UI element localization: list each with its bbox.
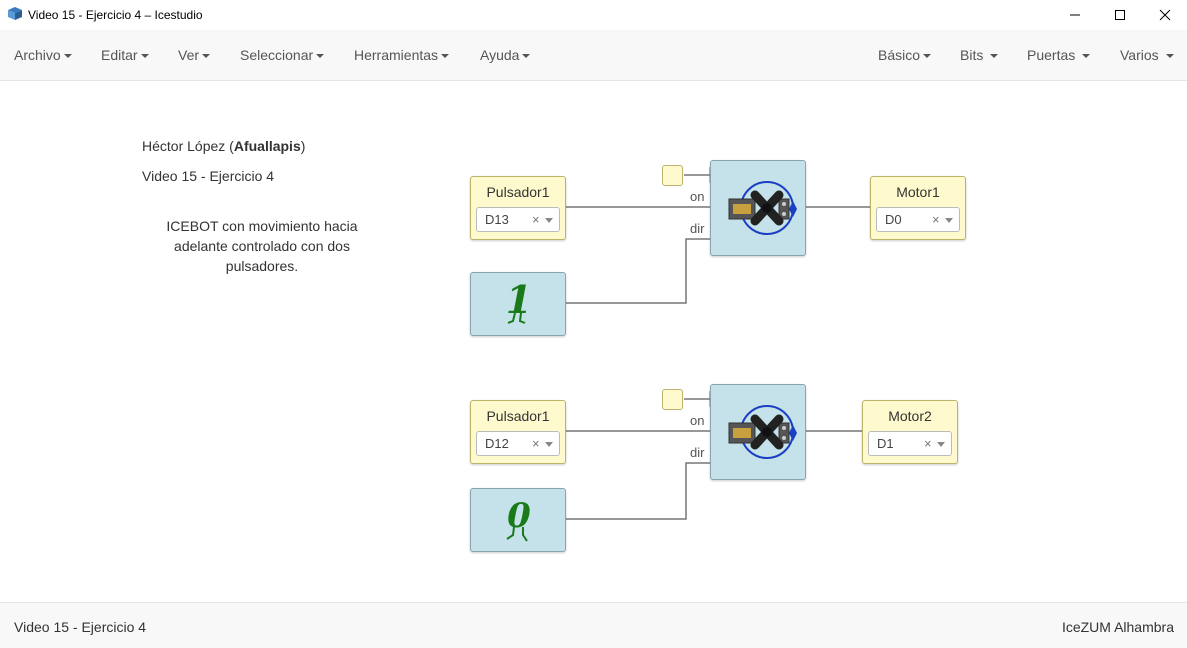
chevron-down-icon[interactable] [937, 442, 945, 447]
constant-glyph-one: 1 [506, 277, 532, 324]
status-bar: Video 15 - Ejercicio 4 IceZUM Alhambra [0, 602, 1187, 648]
maximize-icon [1115, 10, 1125, 20]
port-on-label: on [690, 413, 705, 428]
servo-motor-icon [728, 181, 797, 235]
small-constant-block[interactable] [662, 389, 683, 410]
chevron-down-icon [202, 54, 211, 59]
minimize-button[interactable] [1052, 0, 1098, 30]
output-label: Motor2 [888, 408, 932, 424]
chevron-down-icon[interactable] [545, 442, 553, 447]
design-canvas[interactable]: Héctor López (Afuallapis) Video 15 - Eje… [0, 81, 1187, 602]
icestudio-logo-icon [8, 7, 22, 20]
input-block-pulsador1-b[interactable]: Pulsador1 D12 × [470, 400, 566, 464]
clear-icon[interactable]: × [932, 212, 940, 227]
chevron-down-icon [140, 54, 149, 59]
pin-value: D12 [485, 436, 509, 451]
input-label: Pulsador1 [486, 184, 550, 200]
chevron-down-icon [1082, 54, 1091, 59]
menu-seleccionar[interactable]: Seleccionar [240, 47, 325, 63]
pin-select[interactable]: D1 × [868, 431, 952, 456]
output-block-motor2[interactable]: Motor2 D1 × [862, 400, 958, 464]
menu-archivo[interactable]: Archivo [14, 47, 72, 63]
pin-select[interactable]: D12 × [476, 431, 560, 456]
pin-select[interactable]: D0 × [876, 207, 960, 232]
maximize-button[interactable] [1097, 0, 1143, 30]
chevron-down-icon [316, 54, 325, 59]
output-block-motor1[interactable]: Motor1 D0 × [870, 176, 966, 240]
output-label: Motor1 [896, 184, 940, 200]
menu-herramientas[interactable]: Herramientas [354, 47, 450, 63]
constant-glyph-zero: 0 [506, 496, 531, 542]
window-title: Video 15 - Ejercicio 4 – Icestudio [28, 8, 203, 22]
menu-puertas[interactable]: Puertas [1027, 47, 1091, 63]
pin-value: D0 [885, 212, 902, 227]
project-name: Video 15 - Ejercicio 4 [14, 619, 147, 635]
port-on-label: on [690, 189, 705, 204]
input-block-pulsador1[interactable]: Pulsador1 D13 × [470, 176, 566, 240]
servo-block-2[interactable] [710, 384, 806, 480]
close-icon [1159, 9, 1171, 21]
chevron-down-icon[interactable] [945, 218, 953, 223]
board-name[interactable]: IceZUM Alhambra [1062, 619, 1174, 635]
wires [566, 174, 871, 520]
pin-select[interactable]: D13 × [476, 207, 560, 232]
menu-basico[interactable]: Básico [878, 47, 932, 63]
menu-bar: Archivo Editar Ver Seleccionar Herramien… [0, 30, 1187, 81]
menu-ver[interactable]: Ver [178, 47, 211, 63]
clear-icon[interactable]: × [532, 212, 540, 227]
chevron-down-icon[interactable] [545, 218, 553, 223]
menu-varios[interactable]: Varios [1120, 47, 1174, 63]
chevron-down-icon [1165, 54, 1174, 59]
clear-icon[interactable]: × [532, 436, 540, 451]
servo-motor-icon [728, 405, 797, 459]
clear-icon[interactable]: × [924, 436, 932, 451]
chevron-down-icon [990, 54, 999, 59]
menu-editar[interactable]: Editar [101, 47, 149, 63]
svg-text:1: 1 [506, 277, 532, 322]
chevron-down-icon [522, 54, 531, 59]
servo-block-1[interactable] [710, 160, 806, 256]
chevron-down-icon [441, 54, 450, 59]
pin-value: D13 [485, 212, 509, 227]
port-dir-label: dir [690, 221, 705, 236]
small-constant-block[interactable] [662, 165, 683, 186]
svg-text:0: 0 [507, 496, 531, 536]
menu-ayuda[interactable]: Ayuda [480, 47, 531, 63]
menu-bits[interactable]: Bits [960, 47, 999, 63]
port-dir-label: dir [690, 445, 705, 460]
close-button[interactable] [1142, 0, 1187, 30]
minimize-icon [1070, 14, 1080, 16]
input-label: Pulsador1 [486, 408, 550, 424]
title-bar: Video 15 - Ejercicio 4 – Icestudio [0, 0, 1187, 30]
pin-value: D1 [877, 436, 894, 451]
chevron-down-icon [923, 54, 932, 59]
constant-block-0[interactable]: 0 [470, 488, 566, 552]
constant-block-1[interactable]: 1 [470, 272, 566, 336]
chevron-down-icon [63, 54, 72, 59]
